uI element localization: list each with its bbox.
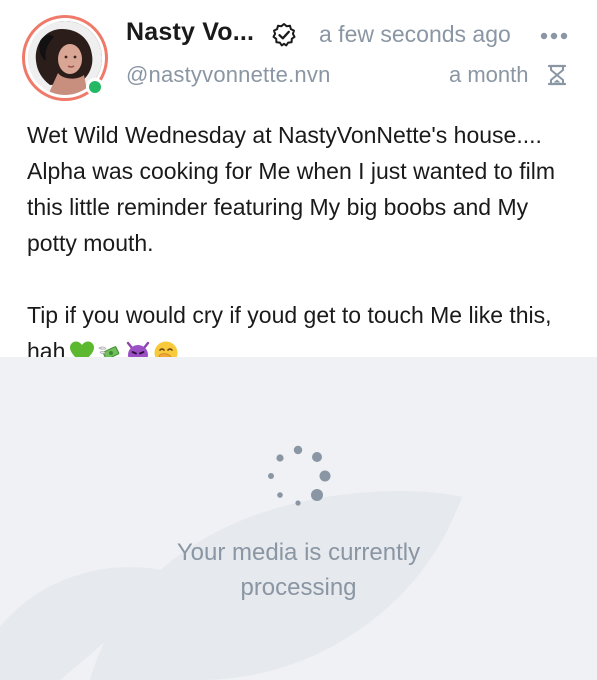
verified-badge-icon <box>272 23 296 47</box>
post-text-line: Tip if you would cry if youd get to touc… <box>27 302 552 328</box>
post-header: Nasty Vo... a few seconds ago @nastyvonn… <box>0 0 597 110</box>
author-username[interactable]: @nastyvonnette.nvn <box>126 62 331 88</box>
post-timestamp[interactable]: a few seconds ago <box>319 21 511 48</box>
post-text-line: potty mouth. <box>27 230 154 256</box>
loading-spinner-icon <box>268 445 331 506</box>
online-status-indicator <box>86 78 104 96</box>
post-text-line: Alpha was cooking for Me when I just wan… <box>27 158 555 184</box>
hourglass-icon <box>547 64 567 86</box>
post-expiry: a month <box>449 62 529 87</box>
post-body-text: Wet Wild Wednesday at NastyVonNette's ho… <box>27 117 582 369</box>
media-processing-message: Your media is currently processing <box>0 535 597 605</box>
post-text-line: this little reminder featuring My big bo… <box>27 194 529 220</box>
media-processing-placeholder: Your media is currently processing <box>0 357 597 680</box>
post-text-line: Wet Wild Wednesday at NastyVonNette's ho… <box>27 122 542 148</box>
author-display-name[interactable]: Nasty Vo... <box>126 18 254 47</box>
processing-text-line: Your media is currently <box>176 539 421 566</box>
processing-text-line: processing <box>240 574 357 601</box>
more-options-icon[interactable] <box>540 32 568 40</box>
avatar[interactable] <box>22 15 108 101</box>
